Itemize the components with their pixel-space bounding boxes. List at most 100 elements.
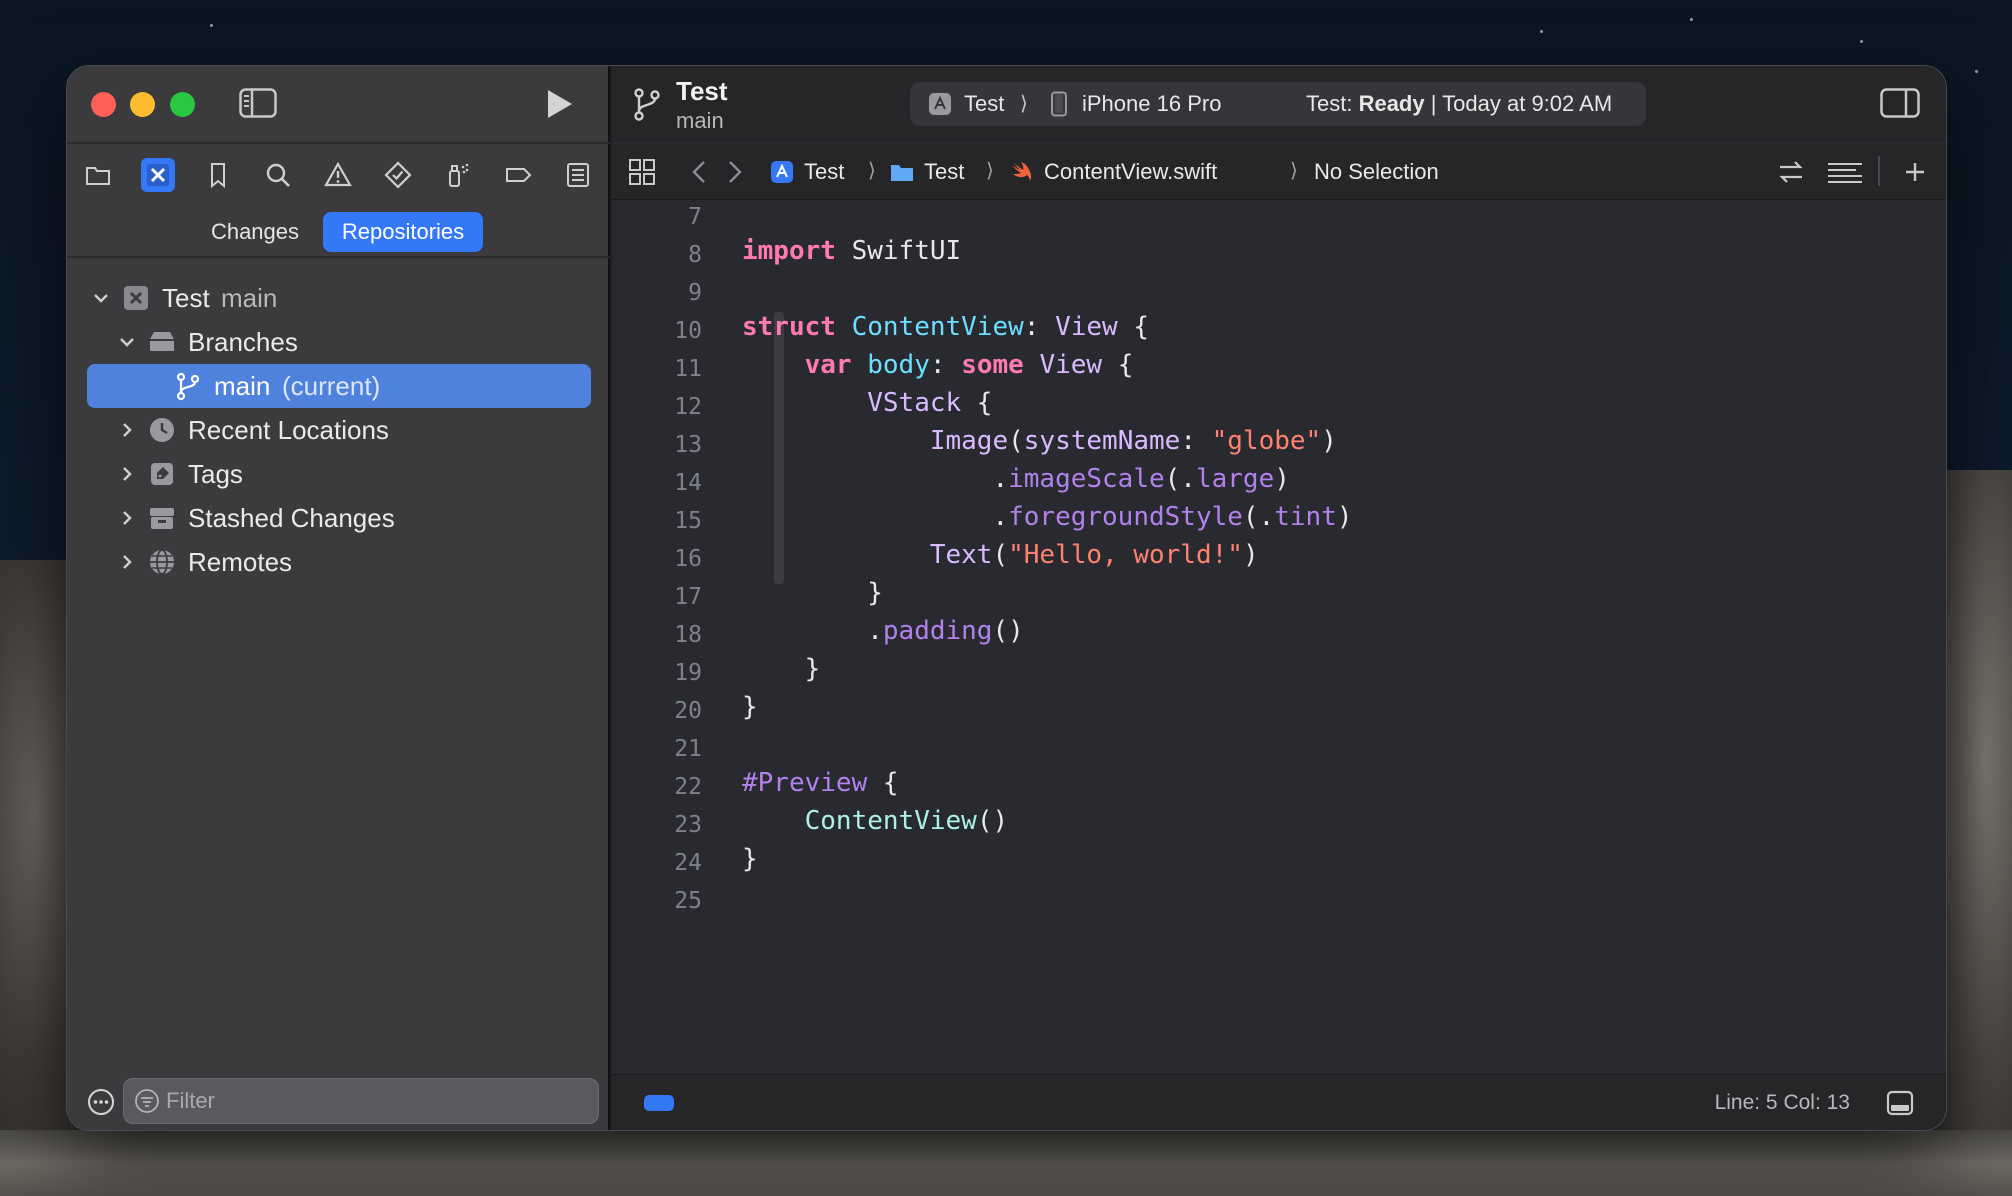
scheme-name[interactable]: Test xyxy=(964,91,1004,117)
branches-label: Branches xyxy=(188,326,298,357)
debug-area-toggle-icon[interactable] xyxy=(1886,1089,1914,1117)
run-play-icon[interactable] xyxy=(541,86,577,122)
line-number: 12 xyxy=(674,394,702,420)
tree-row-current-branch[interactable]: main (current) xyxy=(87,364,591,408)
breakpoint-tag-icon[interactable] xyxy=(501,158,535,192)
breakpoints-toggle-icon[interactable] xyxy=(644,1095,674,1111)
code-line: } xyxy=(742,654,821,684)
line-number-gutter: 7 8 9 10 11 12 13 14 15 16 17 18 19 20 2… xyxy=(612,200,702,1074)
folder-icon xyxy=(891,165,913,181)
add-editor-plus-icon[interactable] xyxy=(1900,158,1930,186)
declared-type-token: ContentView xyxy=(835,312,1024,342)
breadcrumb-separator: ⟩ xyxy=(868,160,876,182)
editor-options-icon[interactable] xyxy=(1826,158,1864,186)
sidebar-toggle-icon[interactable] xyxy=(239,88,277,118)
navigator-sidebar: Changes Repositories Test main Branches … xyxy=(67,66,610,1130)
breadcrumb-selection-label: No Selection xyxy=(1314,159,1439,184)
source-editor[interactable]: 7 8 9 10 11 12 13 14 15 16 17 18 19 20 2… xyxy=(612,200,1946,1074)
recent-locations-label: Recent Locations xyxy=(188,414,389,445)
editor-status-bar: Line: 5 Col: 13 xyxy=(612,1074,1946,1130)
code-line: Image(systemName: "globe") xyxy=(742,426,1337,456)
tree-row-repository[interactable]: Test main xyxy=(67,276,610,320)
minimize-window-button[interactable] xyxy=(130,92,155,117)
punctuation-token: . xyxy=(992,464,1009,494)
current-branch-suffix: (current) xyxy=(282,370,381,401)
git-branch-icon xyxy=(176,372,200,401)
background-star xyxy=(1540,30,1543,33)
breadcrumb-folder[interactable]: Test xyxy=(890,158,964,186)
chevron-right-icon[interactable] xyxy=(117,464,137,484)
breadcrumb-selection[interactable]: No Selection xyxy=(1314,158,1439,186)
line-number: 7 xyxy=(688,204,702,230)
tag-icon xyxy=(151,463,173,485)
code-line: var body: some View { xyxy=(742,350,1134,380)
remotes-label: Remotes xyxy=(188,546,293,577)
line-number: 14 xyxy=(674,470,702,496)
breadcrumb-file[interactable]: ContentView.swift xyxy=(1010,158,1217,186)
tree-row-stashed-changes[interactable]: Stashed Changes xyxy=(67,496,610,540)
line-number: 19 xyxy=(674,660,702,686)
breadcrumb-project[interactable]: Test xyxy=(770,158,844,186)
project-branch: main xyxy=(676,108,724,133)
swift-file-icon xyxy=(1013,162,1032,181)
type-token: View xyxy=(1055,312,1118,342)
run-destination[interactable]: iPhone 16 Pro xyxy=(1082,91,1221,117)
code-line: .imageScale(.large) xyxy=(742,464,1290,494)
code-line: Text("Hello, world!") xyxy=(742,540,1259,570)
xcode-window: Changes Repositories Test main Branches … xyxy=(67,66,1946,1130)
warning-icon[interactable] xyxy=(321,158,355,192)
punctuation-token: ) xyxy=(1274,464,1290,494)
chevron-down-icon[interactable] xyxy=(117,332,137,352)
debug-spray-icon[interactable] xyxy=(441,158,475,192)
filter-input[interactable] xyxy=(166,1085,586,1117)
method-token: foregroundStyle xyxy=(1008,502,1243,532)
stashed-changes-label: Stashed Changes xyxy=(188,502,395,533)
editor-area: Test main Test ⟩ iPhone 16 Pro Test: Rea… xyxy=(612,66,1946,1130)
globe-icon xyxy=(150,549,174,575)
repository-name: Test xyxy=(162,282,210,313)
test-diamond-icon[interactable] xyxy=(381,158,415,192)
repositories-tab[interactable]: Repositories xyxy=(323,212,483,252)
tree-row-tags[interactable]: Tags xyxy=(67,452,610,496)
code-line: import SwiftUI xyxy=(742,236,961,266)
zoom-window-button[interactable] xyxy=(170,92,195,117)
scheme-separator: ⟩ xyxy=(1020,93,1028,115)
punctuation-token: ( xyxy=(992,540,1009,570)
iphone-icon[interactable] xyxy=(1050,91,1068,117)
inspector-toggle-icon[interactable] xyxy=(1880,88,1920,118)
changes-tab[interactable]: Changes xyxy=(193,212,317,252)
line-number: 18 xyxy=(674,622,702,648)
tree-row-remotes[interactable]: Remotes xyxy=(67,540,610,584)
app-target-icon[interactable] xyxy=(928,92,952,116)
swap-arrows-icon[interactable] xyxy=(1776,158,1806,186)
source-control-icon[interactable] xyxy=(141,158,175,192)
tree-row-branches[interactable]: Branches xyxy=(67,320,610,364)
related-items-grid-icon[interactable] xyxy=(628,158,656,186)
punctuation-token: : xyxy=(929,350,962,380)
bookmark-icon[interactable] xyxy=(201,158,235,192)
tree-row-recent-locations[interactable]: Recent Locations xyxy=(67,408,610,452)
line-number: 25 xyxy=(674,888,702,914)
app-project-icon xyxy=(771,161,793,183)
report-icon[interactable] xyxy=(561,158,595,192)
stash-box-icon xyxy=(150,508,174,529)
chevron-right-icon[interactable] xyxy=(117,420,137,440)
branches-folder-icon xyxy=(150,332,174,351)
folder-icon[interactable] xyxy=(81,158,115,192)
punctuation-token: (. xyxy=(1164,464,1196,494)
chevron-right-icon[interactable] xyxy=(724,158,746,186)
search-icon[interactable] xyxy=(261,158,295,192)
close-window-button[interactable] xyxy=(91,92,116,117)
chevron-right-icon[interactable] xyxy=(117,552,137,572)
chevron-right-icon[interactable] xyxy=(117,508,137,528)
chevron-left-icon[interactable] xyxy=(688,158,710,186)
type-token: Image xyxy=(929,426,1009,456)
background-ground xyxy=(0,1130,2012,1196)
repository-branch: main xyxy=(221,282,278,313)
parameter-token: systemName xyxy=(1023,426,1181,456)
keyword-token: import xyxy=(742,236,836,266)
more-options-icon[interactable] xyxy=(87,1088,115,1116)
filter-field xyxy=(123,1078,599,1124)
chevron-down-icon[interactable] xyxy=(91,288,111,308)
